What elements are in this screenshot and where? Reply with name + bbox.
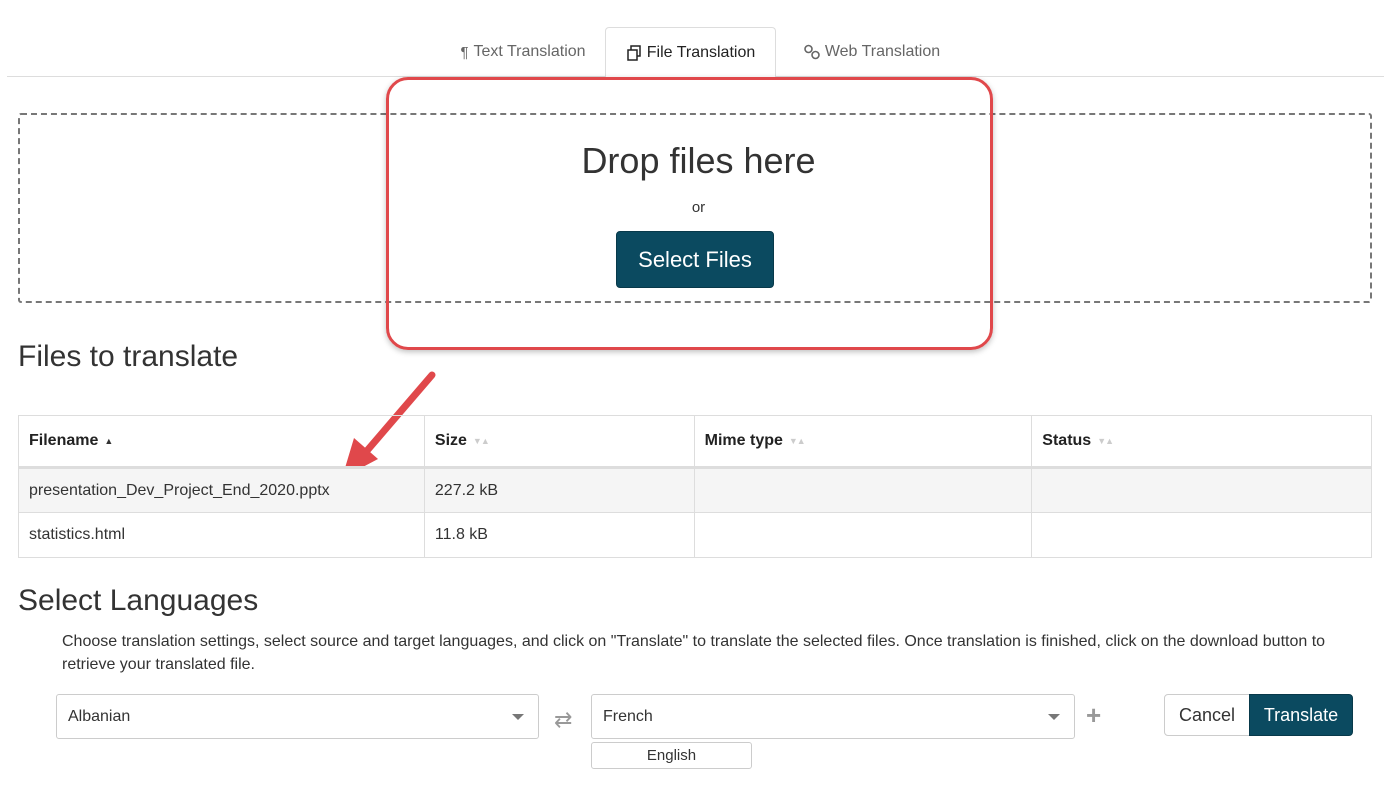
translation-instructions: Choose translation settings, select sour… [62,633,1326,673]
sort-icon: ▼▲ [788,435,806,446]
tab-file-translation[interactable]: File Translation [605,27,776,78]
cell-filename: presentation_Dev_Project_End_2020.pptx [18,467,425,513]
source-language-select[interactable]: Albanian [56,694,539,739]
table-header-row: Filename ▲ Size ▼▲ Mime type ▼▲ Status ▼▲ [18,415,1372,469]
cell-filename: statistics.html [18,512,425,558]
drop-or-text: or [691,199,706,216]
extra-target-language-chip[interactable]: English [591,742,752,769]
tab-text-translation[interactable]: ¶ Text Translation [443,27,603,77]
add-target-language-icon[interactable]: + [1086,700,1101,731]
column-header-filename[interactable]: Filename ▲ [18,415,425,469]
target-language-select[interactable]: French [591,694,1075,739]
cell-status [1031,512,1372,558]
pilcrow-icon: ¶ [460,43,469,61]
cell-size: 11.8 kB [423,512,695,558]
copy-icon [626,44,642,61]
translate-button[interactable]: Translate [1249,694,1353,736]
cancel-button[interactable]: Cancel [1164,694,1250,736]
select-languages-heading: Select Languages [18,584,259,617]
target-language-value: French [603,707,653,725]
column-header-mime-type[interactable]: Mime type ▼▲ [693,415,1033,469]
cell-mime-type [693,512,1033,558]
column-header-size[interactable]: Size ▼▲ [423,415,695,469]
files-table: Filename ▲ Size ▼▲ Mime type ▼▲ Status ▼▲ pr… [18,415,1372,558]
drop-files-title: Drop files here [581,140,816,181]
tab-label: File Translation [646,43,756,61]
cell-mime-type [693,467,1033,513]
tab-web-translation[interactable]: Web Translation [787,27,957,77]
sort-ascending-icon: ▲ [104,435,113,446]
sort-icon: ▼▲ [1097,435,1114,446]
files-to-translate-heading: Files to translate [18,340,239,373]
cell-status [1031,467,1372,513]
column-header-status[interactable]: Status ▼▲ [1031,415,1372,469]
tab-label: Text Translation [473,43,586,60]
chevron-down-icon [512,714,524,720]
chevron-down-icon [1048,714,1060,720]
sort-icon: ▼▲ [472,435,490,446]
swap-languages-icon[interactable]: ⇄ [554,707,572,733]
link-icon [804,44,820,60]
table-row[interactable]: presentation_Dev_Project_End_2020.pptx 2… [18,467,1372,513]
translation-tabs: ¶ Text Translation File Translation Web … [7,27,1384,78]
source-language-value: Albanian [68,707,131,725]
cell-size: 227.2 kB [423,467,695,513]
select-files-button[interactable]: Select Files [616,231,774,288]
table-row[interactable]: statistics.html 11.8 kB [18,512,1372,558]
tab-label: Web Translation [824,43,941,60]
